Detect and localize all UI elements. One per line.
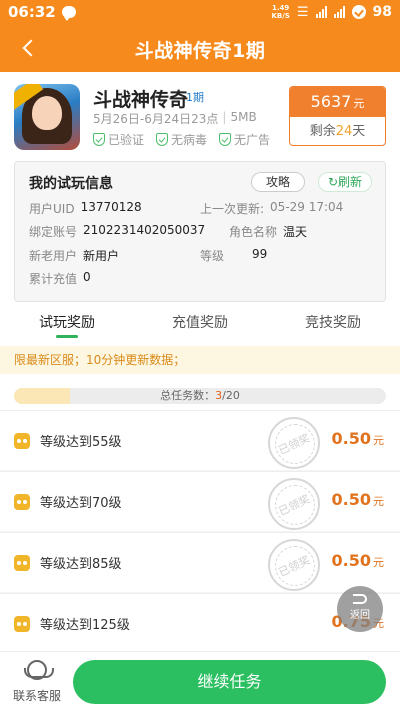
task-progress-total: /20 bbox=[222, 389, 240, 402]
claimed-stamp-icon: 已领奖 bbox=[268, 417, 320, 469]
task-progress-section: 总任务数：3/20 bbox=[0, 374, 400, 410]
remaining-days: 剩余24天 bbox=[309, 124, 366, 139]
task-item[interactable]: 等级达到55级 已领奖 0.50 元 bbox=[0, 410, 400, 470]
status-right: 1.49 KB/S ☰ 98 bbox=[272, 4, 393, 20]
active-tab-indicator bbox=[56, 335, 78, 338]
task-label: 等级达到55级 bbox=[40, 435, 122, 450]
status-bar: 06:32 1.49 KB/S ☰ 98 bbox=[0, 0, 400, 24]
claimed-stamp-icon: 已领奖 bbox=[268, 478, 320, 530]
chat-icon bbox=[61, 6, 76, 21]
reward-total-unit: 元 bbox=[353, 97, 365, 110]
continue-task-button[interactable]: 继续任务 bbox=[73, 660, 386, 704]
remaining-days-value: 24 bbox=[335, 124, 353, 139]
gamepad-icon bbox=[14, 555, 30, 571]
user-type-row: 新老用户 新用户 bbox=[29, 249, 120, 263]
tab-trial-reward[interactable]: 试玩奖励 bbox=[30, 312, 104, 346]
nav-bar: 斗战神传奇1期 bbox=[0, 24, 400, 72]
badge-no-virus: 无病毒 bbox=[156, 131, 207, 148]
page-title: 斗战神传奇1期 bbox=[134, 40, 266, 62]
wifi-icon: ☰ bbox=[296, 4, 309, 20]
badge-verified: 已验证 bbox=[93, 131, 144, 148]
safety-badges: 已验证 无病毒 无广告 bbox=[93, 131, 270, 148]
role-row: 角色名称 温天 bbox=[229, 225, 308, 239]
signal-icon-2 bbox=[333, 6, 345, 18]
role-value: 温天 bbox=[283, 225, 308, 239]
task-label: 等级达到85级 bbox=[40, 557, 122, 572]
battery-icon bbox=[351, 5, 366, 19]
game-size: 5MB bbox=[230, 110, 257, 124]
uid-value: 13770128 bbox=[80, 200, 142, 214]
claimed-stamp-icon: 已领奖 bbox=[268, 539, 320, 591]
network-speed-value: 1.49 bbox=[272, 4, 290, 12]
game-issue: 1期 bbox=[186, 91, 204, 104]
reward-total: 5637 元 bbox=[290, 87, 385, 117]
recharge-value: 0 bbox=[83, 270, 91, 284]
task-label: 等级达到70级 bbox=[40, 496, 122, 511]
meta-divider: | bbox=[222, 110, 227, 124]
bottom-bar: 联系客服 继续任务 bbox=[0, 651, 400, 711]
game-date-range: 5月26日-6月24日23点 bbox=[93, 112, 219, 126]
bind-account-row: 绑定账号 2102231402050037 bbox=[29, 223, 206, 239]
guide-button[interactable]: 攻略 bbox=[251, 172, 305, 192]
task-reward: 0.50 元 bbox=[331, 551, 384, 570]
floating-back-button[interactable]: 返回 bbox=[337, 586, 383, 632]
shield-check-icon bbox=[156, 133, 169, 146]
network-speed: 1.49 KB/S bbox=[272, 4, 290, 20]
notice-bar: 限最新区服；10分钟更新数据； bbox=[0, 346, 400, 374]
network-speed-unit: KB/S bbox=[271, 12, 290, 20]
reward-total-value: 5637 bbox=[310, 92, 352, 111]
game-meta: 5月26日-6月24日23点 | 5MB bbox=[93, 110, 257, 127]
refresh-icon: ↻ bbox=[327, 175, 339, 189]
gamepad-icon bbox=[14, 494, 30, 510]
task-reward: 0.50 元 bbox=[331, 490, 384, 509]
return-arrow-icon bbox=[353, 594, 367, 604]
headset-icon bbox=[24, 660, 54, 680]
last-update-value: 05-29 17:04 bbox=[270, 200, 344, 214]
task-progress-bar: 总任务数：3/20 bbox=[14, 388, 386, 404]
task-item[interactable]: 等级达到85级 已领奖 0.50 元 bbox=[0, 532, 400, 592]
shield-check-icon bbox=[93, 133, 105, 146]
recharge-row: 累计充值 0 bbox=[29, 270, 91, 286]
signal-icon bbox=[315, 6, 327, 18]
reward-price-box: 5637 元 剩余24天 bbox=[289, 86, 386, 146]
last-update-row: 上一次更新: 05-29 17:04 bbox=[200, 200, 344, 216]
task-label: 等级达到125级 bbox=[40, 618, 130, 633]
trial-info-panel: 我的试玩信息 攻略 ↻刷新 用户UID 13770128 上一次更新: 05-29 … bbox=[14, 161, 386, 302]
uid-row: 用户UID 13770128 bbox=[29, 200, 142, 216]
badge-no-ads: 无广告 bbox=[219, 131, 270, 148]
customer-service-button[interactable]: 联系客服 bbox=[10, 658, 64, 704]
tab-competition-reward[interactable]: 竞技奖励 bbox=[296, 312, 370, 346]
game-logo-icon bbox=[14, 84, 80, 150]
gamepad-icon bbox=[14, 433, 30, 449]
shield-check-icon bbox=[219, 133, 232, 146]
tab-recharge-reward[interactable]: 充值奖励 bbox=[163, 312, 237, 346]
task-detail-page: 06:32 1.49 KB/S ☰ 98 斗战神传奇1期 斗战神传奇 1期 5月… bbox=[0, 0, 400, 711]
level-value: 99 bbox=[252, 247, 268, 261]
bind-account-value: 2102231402050037 bbox=[83, 223, 206, 237]
customer-service-label: 联系客服 bbox=[12, 689, 61, 703]
task-progress-text: 总任务数：3/20 bbox=[160, 389, 240, 402]
reward-tabs: 试玩奖励 充值奖励 竞技奖励 bbox=[0, 312, 400, 346]
user-type-value: 新用户 bbox=[83, 249, 120, 263]
gamepad-icon bbox=[14, 616, 30, 632]
game-name: 斗战神传奇 bbox=[93, 89, 189, 111]
battery-level: 98 bbox=[372, 4, 392, 20]
trial-info-title: 我的试玩信息 bbox=[29, 176, 113, 192]
task-item[interactable]: 等级达到70级 已领奖 0.50 元 bbox=[0, 471, 400, 531]
status-time: 06:32 bbox=[8, 3, 56, 21]
task-reward: 0.50 元 bbox=[331, 429, 384, 448]
refresh-button[interactable]: ↻刷新 bbox=[318, 172, 372, 192]
level-row: 等级 99 bbox=[200, 247, 268, 263]
